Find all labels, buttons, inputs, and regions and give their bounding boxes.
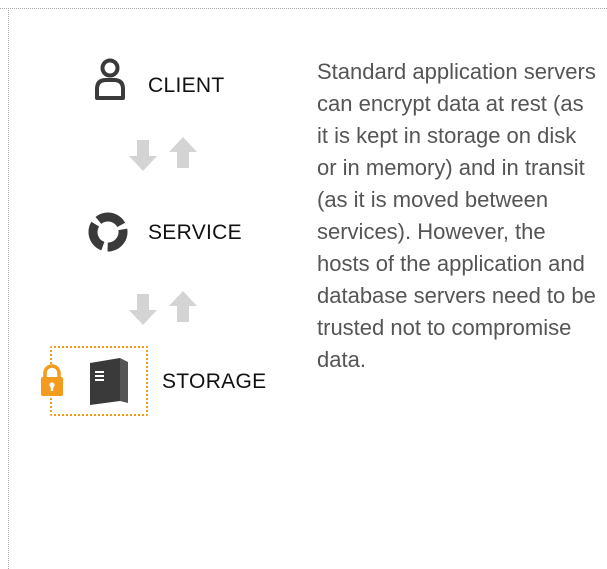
frame-top-border: [0, 8, 607, 9]
description-text: Standard application servers can encrypt…: [317, 59, 596, 372]
service-label: SERVICE: [148, 221, 242, 244]
storage-label: STORAGE: [162, 370, 267, 393]
arrow-up-icon: [169, 291, 197, 322]
arrow-up-icon: [169, 137, 197, 168]
service-ring-icon: [88, 212, 128, 252]
client-label: CLIENT: [148, 74, 225, 97]
lock-icon: [39, 364, 65, 398]
user-icon: [95, 58, 125, 100]
arrow-down-icon: [129, 294, 157, 325]
server-icon: [90, 358, 128, 405]
frame-left-border: [8, 8, 9, 569]
arrow-down-icon: [129, 140, 157, 171]
